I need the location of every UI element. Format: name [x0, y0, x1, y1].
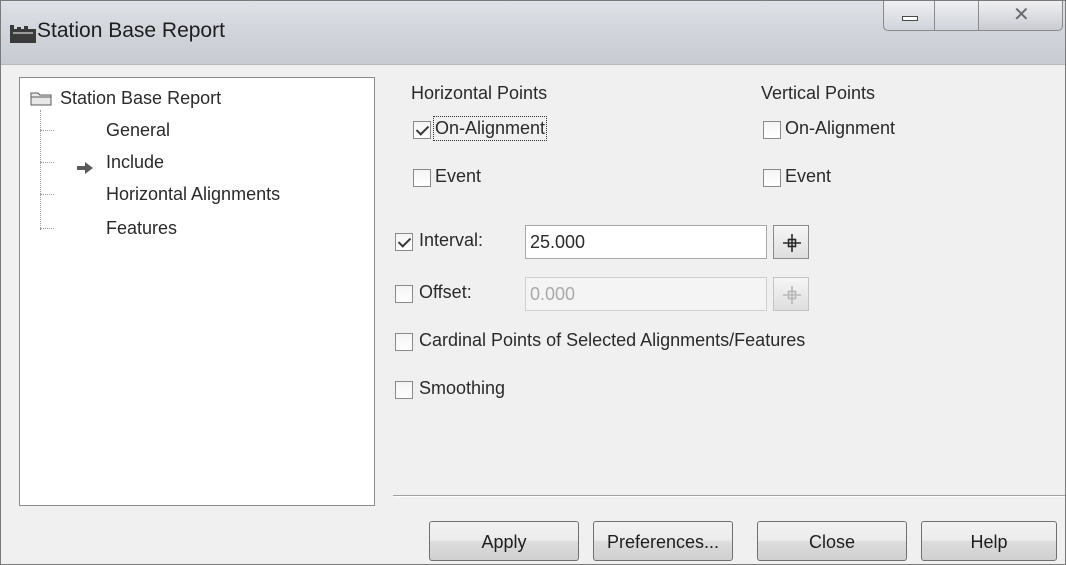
navigation-tree[interactable]: Station Base Report General Include Hori…	[19, 77, 375, 506]
tree-item-features[interactable]: Features	[106, 218, 177, 239]
tree-connector	[40, 228, 54, 229]
preferences-button[interactable]: Preferences...	[593, 521, 733, 561]
help-button[interactable]: Help	[921, 521, 1057, 561]
interval-pick-button[interactable]	[773, 225, 809, 259]
close-window-button[interactable]: ✕	[979, 1, 1063, 31]
station-base-report-dialog: Station Base Report ✕ Station Base Repor…	[0, 0, 1066, 565]
vertical-event-label[interactable]: Event	[785, 166, 831, 187]
button-separator	[393, 495, 1065, 497]
vertical-on-alignment-checkbox[interactable]	[763, 121, 781, 139]
tree-item-horizontal-alignments[interactable]: Horizontal Alignments	[106, 184, 280, 205]
vertical-points-heading: Vertical Points	[761, 83, 876, 103]
tree-connector	[40, 194, 54, 195]
close-button[interactable]: Close	[757, 521, 907, 561]
close-icon: ✕	[1013, 4, 1030, 26]
apply-button[interactable]: Apply	[429, 521, 579, 561]
crosshair-icon	[783, 234, 801, 252]
minimize-button[interactable]	[883, 1, 935, 31]
crosshair-icon	[783, 286, 801, 304]
tree-connector-line	[40, 110, 41, 230]
horizontal-on-alignment-checkbox[interactable]	[413, 121, 431, 139]
folder-icon	[30, 92, 52, 106]
offset-checkbox[interactable]	[395, 285, 413, 303]
smoothing-checkbox[interactable]	[395, 381, 413, 399]
horizontal-points-heading: Horizontal Points	[411, 83, 548, 103]
tree-connector	[40, 162, 54, 163]
interval-label[interactable]: Interval:	[419, 230, 483, 251]
horizontal-event-checkbox[interactable]	[413, 169, 431, 187]
window-title: Station Base Report	[37, 19, 225, 42]
vertical-event-checkbox[interactable]	[763, 169, 781, 187]
current-page-arrow-icon	[77, 162, 93, 174]
offset-pick-button[interactable]	[773, 277, 809, 311]
offset-label[interactable]: Offset:	[419, 282, 472, 303]
tree-item-include[interactable]: Include	[106, 152, 164, 173]
interval-input[interactable]: 25.000	[525, 225, 767, 259]
horizontal-on-alignment-label[interactable]: On-Alignment	[432, 116, 548, 141]
offset-input[interactable]: 0.000	[525, 277, 767, 311]
tree-item-general[interactable]: General	[106, 120, 170, 141]
title-bar[interactable]: Station Base Report ✕	[1, 1, 1065, 65]
cardinal-points-label[interactable]: Cardinal Points of Selected Alignments/F…	[419, 330, 805, 351]
minimize-icon	[902, 16, 918, 21]
smoothing-label[interactable]: Smoothing	[419, 378, 505, 399]
cardinal-points-checkbox[interactable]	[395, 333, 413, 351]
maximize-button[interactable]	[935, 1, 979, 31]
tree-root-label: Station Base Report	[60, 88, 222, 108]
interval-checkbox[interactable]	[395, 233, 413, 251]
tree-connector	[40, 130, 54, 131]
vertical-on-alignment-label[interactable]: On-Alignment	[785, 118, 895, 139]
horizontal-event-label[interactable]: Event	[435, 166, 481, 187]
station-report-icon	[10, 25, 36, 43]
